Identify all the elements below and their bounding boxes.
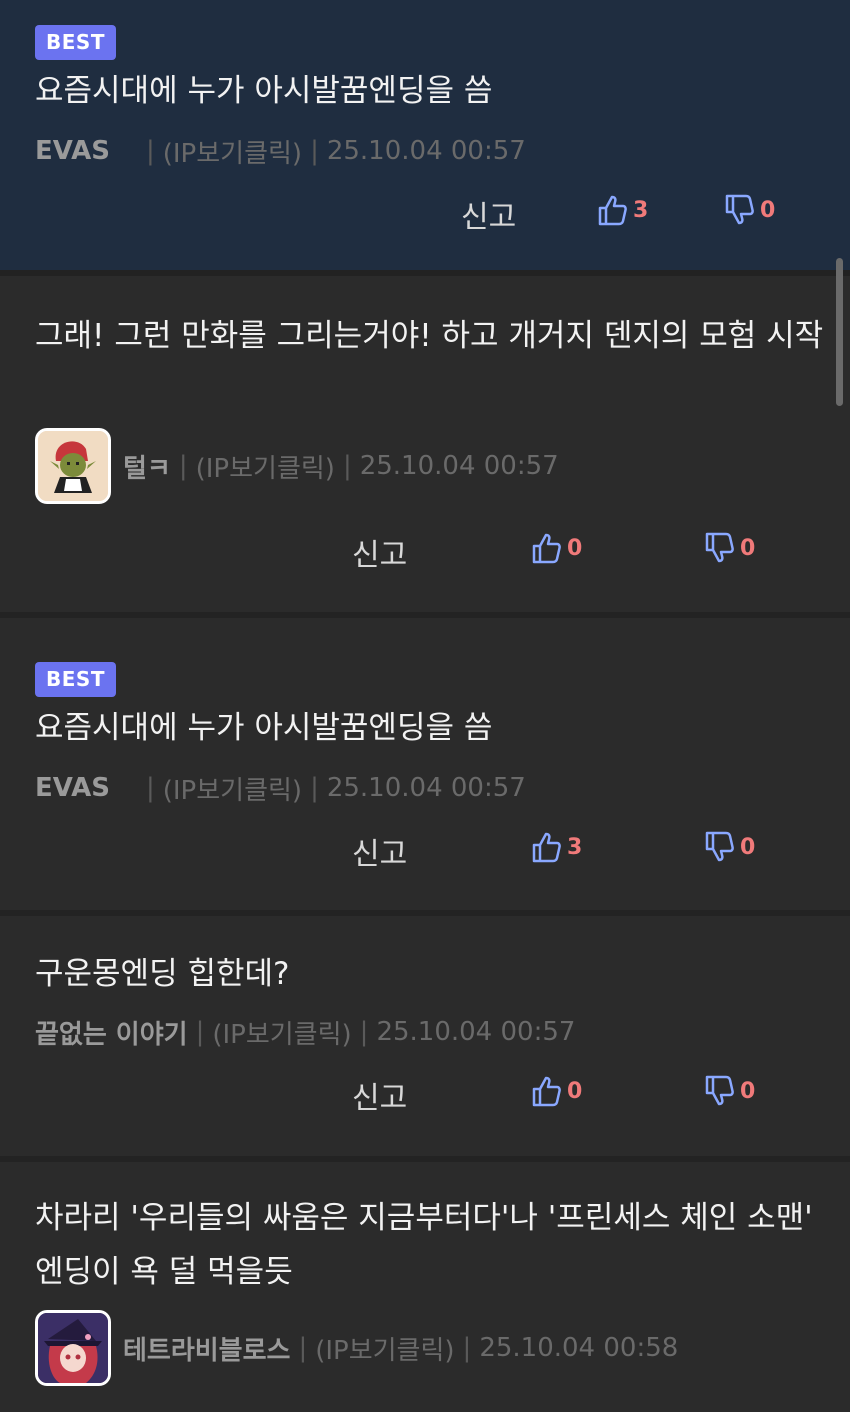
ip-view-link[interactable]: (IP보기클릭) [196,448,335,485]
dislike-button[interactable]: 0 [704,831,755,863]
author-name[interactable]: 끝없는 이야기 [35,1014,188,1051]
meta-separator: | [359,1017,369,1047]
like-count: 3 [633,197,649,223]
comment-meta: 털ㅋ | (IP보기클릭) | 25.10.04 00:57 [35,426,559,506]
dislike-button[interactable]: 0 [724,194,775,226]
ip-view-link[interactable]: (IP보기클릭) [315,1330,454,1367]
comment-date: 25.10.04 00:57 [326,136,526,166]
best-badge: BEST [35,662,116,697]
meta-separator: | [342,451,352,481]
comment-date: 25.10.04 00:57 [376,1017,576,1047]
comment-item: 그래! 그런 만화를 그리는거야! 하고 개거지 덴지의 모험 시작 털ㅋ | … [0,276,850,618]
meta-separator: | [145,136,155,166]
meta-separator: | [195,1017,205,1047]
comment-text: 구운몽엔딩 힙한데? [35,956,290,992]
comment-list-page: BEST 요즘시대에 누가 아시발꿈엔딩을 씀 EVAS | (IP보기클릭) … [0,0,850,1412]
dislike-button[interactable]: 0 [704,1075,755,1107]
comment-date: 25.10.04 00:57 [326,773,526,803]
thumbs-up-icon [598,195,627,226]
like-button[interactable]: 0 [531,1075,582,1107]
ip-view-link[interactable]: (IP보기클릭) [163,133,302,170]
like-button[interactable]: 3 [531,831,582,863]
comment-meta: 끝없는 이야기 | (IP보기클릭) | 25.10.04 00:57 [35,1012,575,1052]
thumbs-up-icon [532,533,561,564]
author-name[interactable]: 테트라비블로스 [123,1330,290,1367]
goblin-avatar-icon [38,431,108,501]
report-button[interactable]: 신고 [352,1073,407,1117]
comment-text: 그래! 그런 만화를 그리는거야! 하고 개거지 덴지의 모험 시작 [35,318,824,354]
witch-avatar-icon [38,1313,108,1383]
comment-date: 25.10.04 00:58 [479,1333,679,1363]
thumbs-down-icon [725,194,754,225]
meta-separator: | [178,451,188,481]
dislike-count: 0 [740,1078,756,1104]
comment-text: 요즘시대에 누가 아시발꿈엔딩을 씀 [35,710,493,746]
thumbs-up-icon [532,1076,561,1107]
meta-separator: | [310,136,319,166]
like-count: 3 [567,834,583,860]
dislike-count: 0 [740,535,756,561]
comment-item-best: BEST 요즘시대에 누가 아시발꿈엔딩을 씀 EVAS | (IP보기클릭) … [0,0,850,276]
report-button[interactable]: 신고 [352,829,407,873]
report-button[interactable]: 신고 [461,192,516,236]
comment-meta: EVAS | (IP보기클릭) | 25.10.04 00:57 [35,768,526,808]
thumbs-down-icon [705,831,734,862]
like-count: 0 [567,535,583,561]
author-name[interactable]: EVAS [35,136,110,166]
comment-item: 차라리 '우리들의 싸움은 지금부터다'나 '프린세스 체인 소맨' 엔딩이 욕… [0,1162,850,1412]
dislike-count: 0 [760,197,776,223]
thumbs-down-icon [705,1075,734,1106]
comment-text: 요즘시대에 누가 아시발꿈엔딩을 씀 [35,73,493,109]
best-badge: BEST [35,25,116,60]
avatar[interactable] [35,1310,111,1386]
meta-separator: | [145,773,155,803]
comment-item-best: BEST 요즘시대에 누가 아시발꿈엔딩을 씀 EVAS | (IP보기클릭) … [0,618,850,916]
like-button[interactable]: 3 [597,194,648,226]
comment-item: 구운몽엔딩 힙한데? 끝없는 이야기 | (IP보기클릭) | 25.10.04… [0,916,850,1162]
meta-separator: | [298,1333,308,1363]
like-count: 0 [567,1078,583,1104]
ip-view-link[interactable]: (IP보기클릭) [212,1014,351,1051]
thumbs-down-icon [705,532,734,563]
avatar[interactable] [35,428,111,504]
thumbs-up-icon [532,832,561,863]
ip-view-link[interactable]: (IP보기클릭) [163,770,302,807]
author-name[interactable]: 털ㅋ [123,448,171,485]
scrollbar[interactable] [836,258,843,406]
meta-separator: | [462,1333,472,1363]
author-name[interactable]: EVAS [35,773,110,803]
comment-date: 25.10.04 00:57 [359,451,559,481]
comment-text: 차라리 '우리들의 싸움은 지금부터다'나 '프린세스 체인 소맨' 엔딩이 욕… [35,1200,813,1290]
report-button[interactable]: 신고 [352,530,407,574]
comment-meta: EVAS | (IP보기클릭) | 25.10.04 00:57 [35,131,526,171]
dislike-count: 0 [740,834,756,860]
meta-separator: | [310,773,319,803]
comment-meta: 테트라비블로스 | (IP보기클릭) | 25.10.04 00:58 [35,1308,678,1388]
like-button[interactable]: 0 [531,532,582,564]
dislike-button[interactable]: 0 [704,532,755,564]
